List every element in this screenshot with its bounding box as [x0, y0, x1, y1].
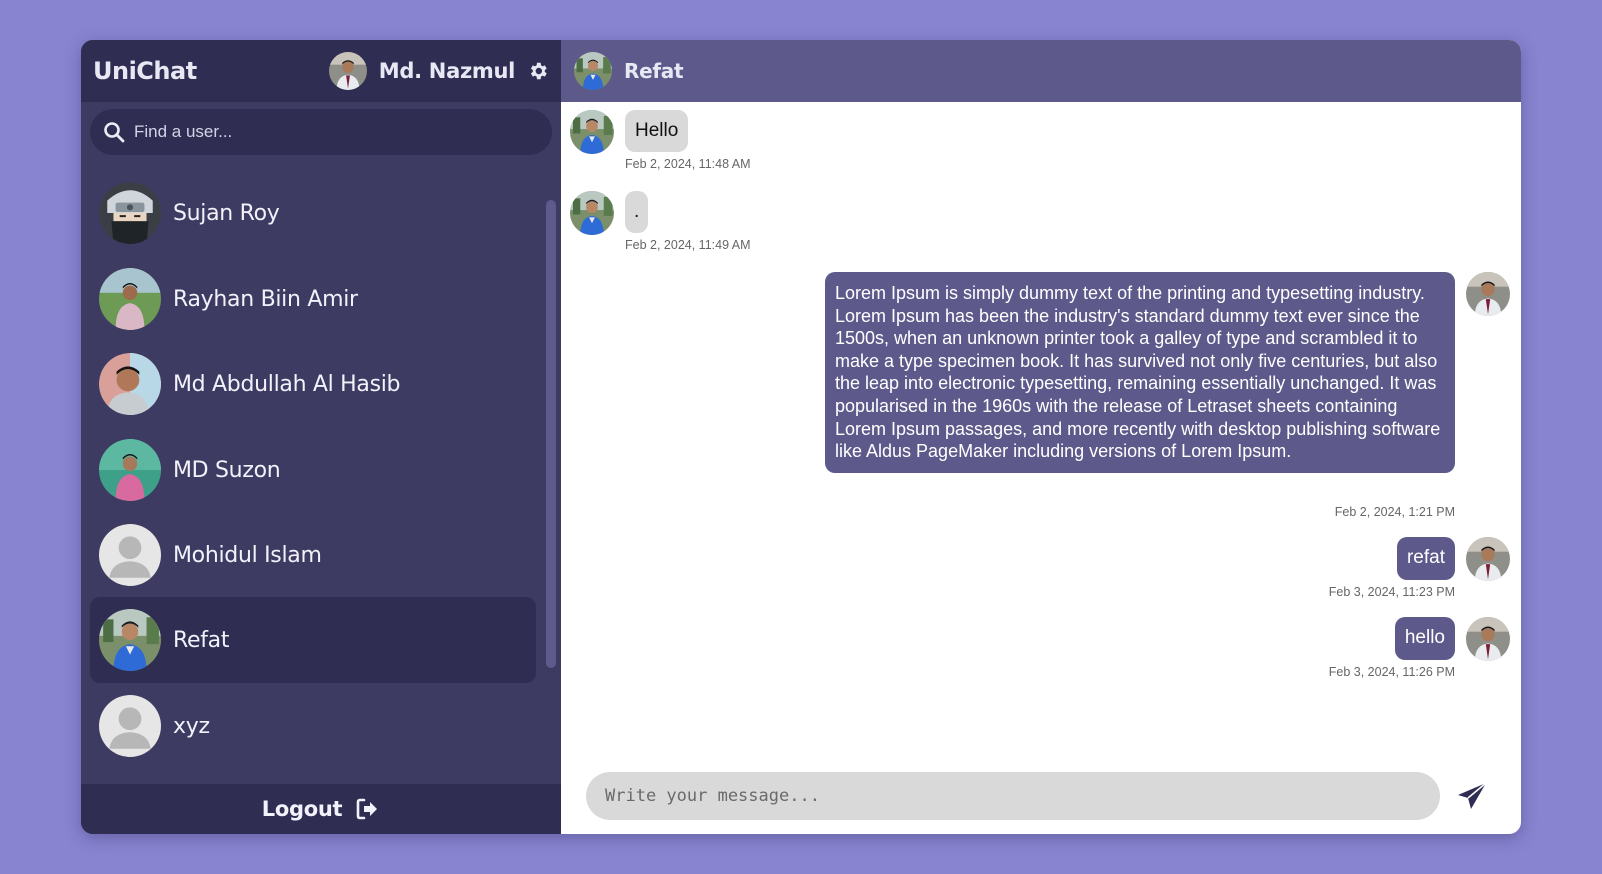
user-list-item[interactable]: xyz	[90, 683, 536, 769]
user-list-item[interactable]: Mohidul Islam	[90, 512, 536, 598]
message-avatar	[1466, 617, 1510, 661]
message-avatar	[570, 110, 614, 154]
message-timestamp: Feb 2, 2024, 11:48 AM	[625, 157, 751, 171]
chat-app: UniChat Md. Nazmul Sujan Roy Rayh	[81, 40, 1521, 834]
message-timestamp: Feb 2, 2024, 1:21 PM	[1334, 505, 1455, 519]
send-icon[interactable]	[1456, 781, 1488, 813]
user-name: Sujan Roy	[173, 200, 280, 226]
peer-name: Refat	[624, 59, 684, 83]
current-user: Md. Nazmul	[329, 52, 549, 90]
message-avatar	[1466, 272, 1510, 316]
user-list-item[interactable]: MD Suzon	[90, 427, 536, 513]
user-list-item-active[interactable]: Refat	[90, 597, 536, 683]
message-timestamp: Feb 3, 2024, 11:23 PM	[1328, 585, 1455, 599]
message-avatar	[570, 191, 614, 235]
user-name: Refat	[173, 627, 230, 653]
message-bubble-outgoing: hello	[1394, 617, 1455, 660]
message-avatar	[1466, 537, 1510, 581]
user-list-item[interactable]: Sujan Roy	[90, 170, 536, 256]
user-avatar	[99, 268, 161, 330]
message-timestamp: Feb 2, 2024, 11:49 AM	[625, 238, 751, 252]
message-bubble-incoming: .	[625, 191, 649, 233]
user-name: Rayhan Biin Amir	[173, 286, 358, 312]
user-avatar	[99, 182, 161, 244]
message-input[interactable]	[605, 786, 1425, 806]
chat-panel: Refat Hello Feb 2, 2024, 11:48 AM . Feb …	[561, 40, 1521, 834]
user-list-item[interactable]: Md Abdullah Al Hasib	[90, 341, 536, 427]
user-avatar	[99, 439, 161, 501]
message-bubble-outgoing: refat	[1396, 537, 1455, 580]
peer-avatar[interactable]	[574, 52, 612, 90]
app-brand: UniChat	[93, 57, 197, 85]
logout-icon	[354, 796, 380, 822]
sidebar: UniChat Md. Nazmul Sujan Roy Rayh	[81, 40, 561, 834]
chat-header: Refat	[561, 40, 1521, 102]
message-bubble-incoming: Hello	[625, 110, 689, 152]
default-avatar-icon	[99, 524, 161, 586]
user-list: Sujan Roy Rayhan Biin Amir Md Abdullah A…	[81, 170, 551, 822]
default-avatar-icon	[99, 695, 161, 757]
user-name: Mohidul Islam	[173, 542, 322, 568]
search-icon	[102, 120, 126, 144]
current-user-name: Md. Nazmul	[378, 59, 516, 83]
logout-button[interactable]: Logout	[81, 784, 561, 834]
logout-label: Logout	[261, 797, 343, 821]
user-name: xyz	[173, 713, 210, 739]
gear-icon[interactable]	[527, 60, 549, 82]
user-list-item[interactable]: Rayhan Biin Amir	[90, 256, 536, 342]
user-list-scrollbar-thumb[interactable]	[546, 200, 556, 668]
sidebar-header: UniChat Md. Nazmul	[81, 40, 561, 102]
message-timestamp: Feb 3, 2024, 11:26 PM	[1328, 665, 1455, 679]
message-composer	[586, 772, 1440, 820]
user-avatar	[99, 609, 161, 671]
current-user-avatar[interactable]	[329, 52, 367, 90]
search-input[interactable]	[134, 122, 534, 142]
user-name: MD Suzon	[173, 457, 281, 483]
user-name: Md Abdullah Al Hasib	[173, 371, 401, 397]
message-bubble-outgoing: Lorem Ipsum is simply dummy text of the …	[825, 272, 1455, 473]
user-avatar	[99, 353, 161, 415]
user-search	[90, 109, 552, 155]
